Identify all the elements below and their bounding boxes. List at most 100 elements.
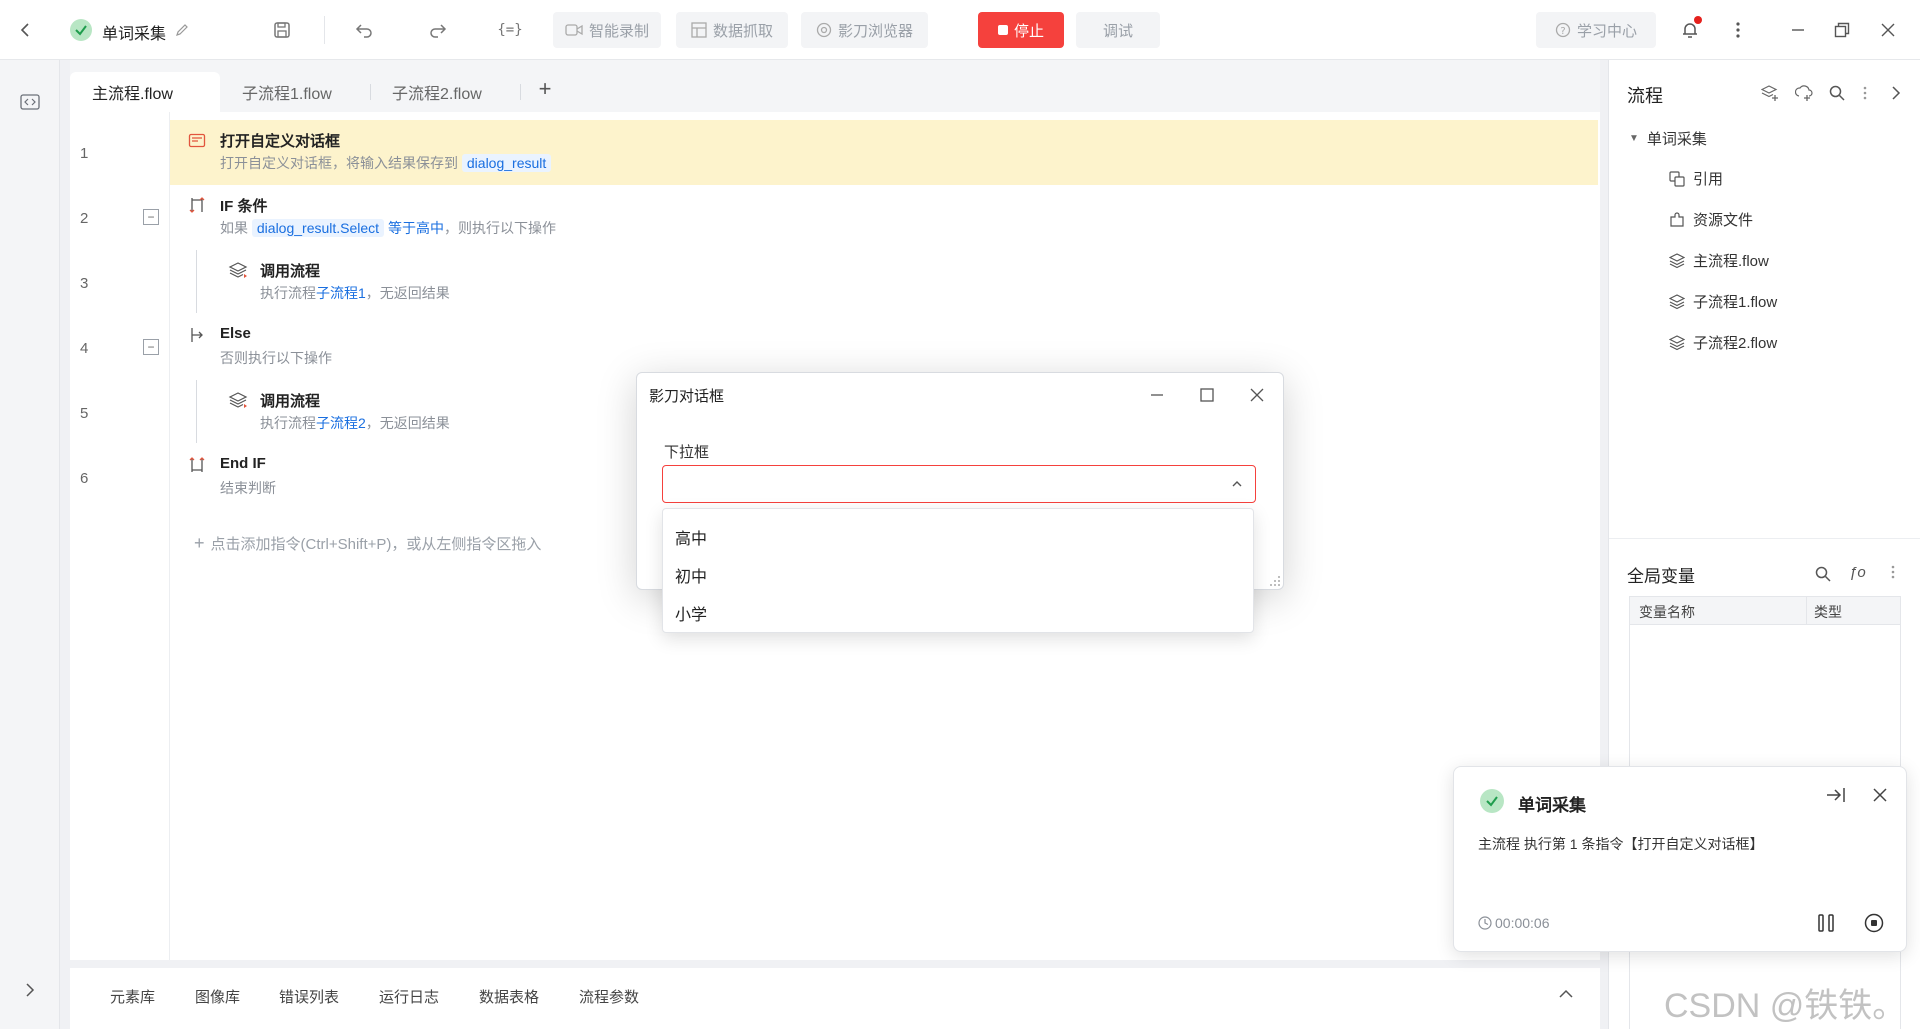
step-desc: ，则执行以下操作 — [443, 220, 556, 236]
divider — [1609, 538, 1920, 539]
data-capture-button[interactable]: 数据抓取 — [676, 12, 788, 48]
tree-item-label: 引用 — [1693, 171, 1724, 188]
collapse-toggle[interactable]: − — [143, 339, 159, 355]
code-panel-icon[interactable] — [20, 94, 40, 110]
add-tab-button[interactable]: + — [530, 74, 560, 104]
tab-image-library[interactable]: 图像库 — [195, 986, 240, 1007]
dialog-title: 影刀对话框 — [649, 388, 725, 405]
variable-chip: dialog_result.Select — [251, 219, 385, 237]
collapse-panel-icon[interactable] — [1889, 85, 1903, 101]
tab-error-list[interactable]: 错误列表 — [279, 986, 339, 1007]
learning-center-button[interactable]: ? 学习中心 — [1536, 12, 1656, 48]
dropdown-option[interactable]: 初中 — [675, 563, 707, 587]
search-icon[interactable] — [1829, 85, 1845, 101]
dropdown-select[interactable] — [662, 465, 1256, 503]
unread-badge — [1694, 16, 1702, 24]
expand-rail-icon[interactable] — [22, 982, 38, 998]
add-flow-icon[interactable] — [1761, 84, 1779, 102]
more-vertical-icon[interactable] — [1724, 16, 1752, 44]
puzzle-icon — [1670, 211, 1684, 227]
close-icon[interactable] — [1249, 387, 1265, 403]
dropdown-option[interactable]: 小学 — [675, 601, 707, 625]
browser-label: 影刀浏览器 — [837, 22, 913, 40]
success-status-icon — [1480, 789, 1504, 813]
debug-button[interactable]: 调试 — [1076, 12, 1160, 48]
tab-label: 子流程1.flow — [242, 86, 332, 103]
branch-guide — [196, 380, 197, 443]
search-icon[interactable] — [1815, 566, 1831, 582]
stop-button[interactable]: 停止 — [978, 12, 1064, 48]
more-vertical-icon[interactable] — [1891, 565, 1895, 579]
tree-item-subflow-2[interactable]: 子流程2.flow — [1669, 332, 1777, 353]
close-window-icon[interactable] — [1874, 16, 1902, 44]
tree-item-label: 资源文件 — [1693, 212, 1754, 229]
back-icon[interactable] — [12, 16, 40, 44]
column-divider — [1806, 597, 1807, 625]
collapse-toggle[interactable]: − — [143, 209, 159, 225]
tree-item-reference[interactable]: 引用 — [1669, 168, 1723, 189]
pause-icon[interactable] — [1816, 913, 1836, 933]
browser-button[interactable]: 影刀浏览器 — [801, 12, 928, 48]
subflow-link[interactable]: 子流程1 — [316, 285, 366, 301]
elapsed-timer: 00:00:06 — [1478, 915, 1550, 931]
timer-value: 00:00:06 — [1495, 915, 1550, 931]
add-instruction-hint[interactable]: + 点击添加指令(Ctrl+Shift+P)，或从左侧指令区拖入 — [194, 533, 541, 554]
notification-bell-icon[interactable] — [1676, 16, 1704, 44]
dropdown-option[interactable]: 高中 — [675, 525, 707, 549]
smart-record-button[interactable]: 智能录制 — [553, 12, 661, 48]
maximize-icon[interactable] — [1199, 387, 1215, 403]
chevron-up-icon[interactable] — [1558, 986, 1574, 1002]
data-capture-label: 数据抓取 — [712, 22, 773, 40]
line-number: 3 — [80, 275, 89, 292]
undo-icon[interactable] — [350, 16, 378, 44]
add-resource-icon[interactable] — [1795, 84, 1813, 102]
tab-subflow-2[interactable]: 子流程2.flow — [370, 72, 504, 112]
tab-run-log[interactable]: 运行日志 — [379, 986, 439, 1007]
layers-icon — [1669, 293, 1685, 309]
close-icon[interactable] — [1872, 787, 1888, 803]
redo-icon[interactable] — [424, 16, 452, 44]
step-name: Else — [220, 325, 251, 342]
stop-label: 停止 — [1013, 22, 1044, 40]
clock-icon — [1478, 916, 1492, 930]
function-fx-icon[interactable]: ƒο — [1849, 564, 1866, 581]
layers-icon — [1669, 334, 1685, 350]
call-flow-icon — [228, 391, 248, 409]
tab-element-library[interactable]: 元素库 — [110, 986, 155, 1007]
minimize-icon[interactable] — [1149, 387, 1165, 403]
tree-root[interactable]: ▼ 单词采集 — [1629, 128, 1707, 149]
edit-pencil-icon[interactable] — [172, 16, 192, 44]
more-vertical-icon[interactable] — [1863, 86, 1867, 100]
column-header-type: 类型 — [1814, 604, 1842, 620]
resize-grip-icon[interactable] — [1269, 575, 1281, 587]
step-name: 调用流程 — [260, 263, 321, 280]
tab-divider — [520, 84, 521, 100]
step-name: End IF — [220, 455, 266, 472]
tab-data-table[interactable]: 数据表格 — [479, 986, 539, 1007]
step-desc: 打开自定义对话框，将输入结果保存到 — [220, 155, 458, 171]
tab-flow-params[interactable]: 流程参数 — [579, 986, 639, 1007]
restore-icon[interactable] — [1828, 16, 1856, 44]
tree-item-label: 主流程.flow — [1693, 253, 1769, 270]
subflow-link[interactable]: 子流程2 — [316, 415, 366, 431]
copy-icon — [1669, 170, 1685, 187]
tab-label: 主流程.flow — [92, 86, 173, 103]
pin-to-side-icon[interactable] — [1826, 787, 1846, 803]
tab-label: 子流程2.flow — [392, 86, 482, 103]
stop-square-icon — [997, 25, 1008, 35]
save-icon[interactable] — [268, 16, 296, 44]
tab-main-flow[interactable]: 主流程.flow — [70, 72, 220, 112]
tree-item-subflow-1[interactable]: 子流程1.flow — [1669, 291, 1777, 312]
minimize-icon[interactable] — [1784, 16, 1812, 44]
tab-subflow-1[interactable]: 子流程1.flow — [220, 72, 354, 112]
notice-message: 主流程 执行第 1 条指令【打开自定义对话框】 — [1478, 836, 1764, 852]
variable-braces-icon[interactable]: {=} — [496, 16, 524, 44]
notice-title: 单词采集 — [1518, 796, 1586, 815]
step-desc: 如果 — [220, 220, 248, 236]
plus-icon: + — [194, 533, 205, 553]
tree-item-main-flow[interactable]: 主流程.flow — [1669, 250, 1769, 271]
tree-item-resources[interactable]: 资源文件 — [1669, 209, 1753, 230]
line-number: 5 — [80, 405, 89, 422]
globals-title: 全局变量 — [1627, 567, 1695, 586]
stop-run-icon[interactable] — [1864, 913, 1884, 933]
